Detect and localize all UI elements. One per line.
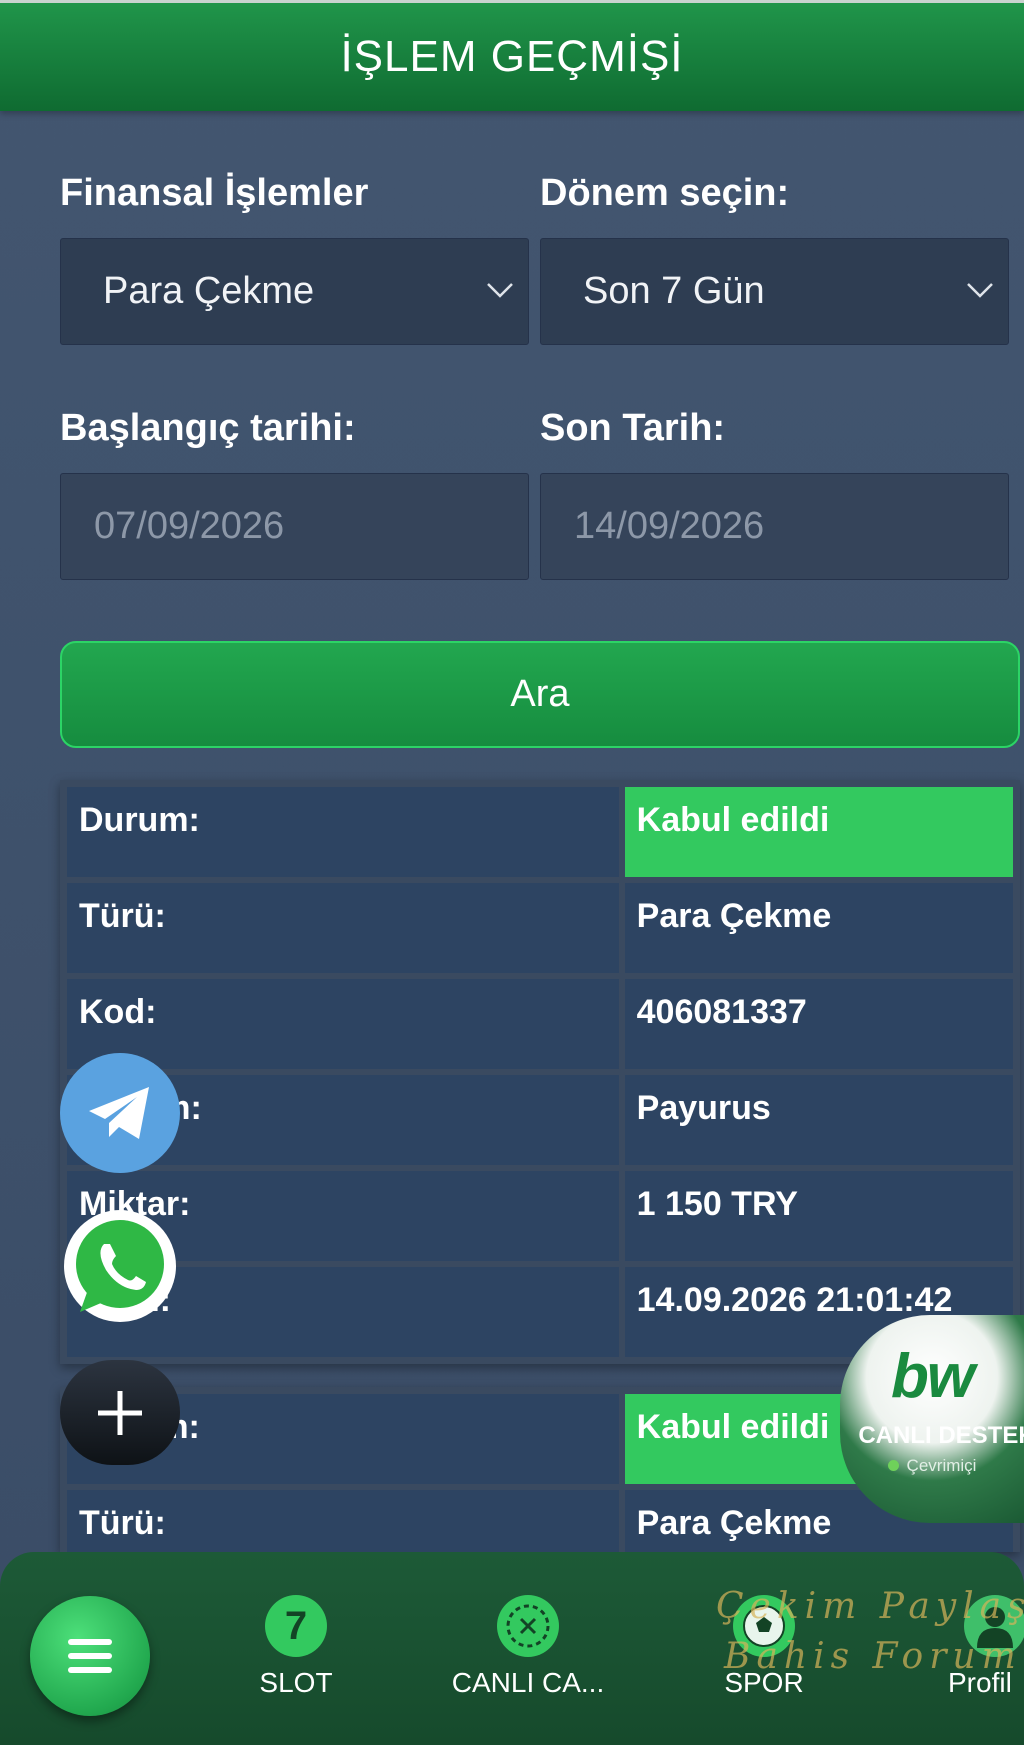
header-bar: İŞLEM GEÇMİŞİ [0, 0, 1024, 111]
amount-value: 1 150 TRY [624, 1171, 1013, 1261]
whatsapp-button[interactable] [64, 1210, 176, 1322]
seven-icon: 7 [265, 1595, 327, 1657]
live-support-status: Çevrimiçi [887, 1455, 977, 1476]
telegram-button[interactable] [60, 1053, 180, 1173]
period-value: Son 7 Gün [583, 270, 765, 312]
bw-logo: bw [890, 1341, 975, 1411]
live-support-widget[interactable]: bw CANLI DESTEK Çevrimiçi [840, 1315, 1024, 1523]
type-value: Para Çekme [624, 883, 1013, 973]
live-support-status-text: Çevrimiçi [906, 1455, 977, 1475]
chevron-down-icon [967, 283, 993, 298]
nav-item-slot[interactable]: 7 SLOT [252, 1595, 340, 1699]
bottom-nav: 7 SLOT CANLI CA... SPOR Profil Çekim Pay… [0, 1552, 1024, 1745]
end-date-label: Son Tarih: [540, 407, 726, 449]
add-button[interactable] [60, 1360, 180, 1465]
chevron-down-icon [487, 283, 513, 298]
code-key: Kod: [67, 979, 619, 1069]
table-row: Durum: Kabul edildi [64, 784, 1016, 880]
table-row: Miktar: 1 150 TRY [64, 1168, 1016, 1264]
system-value: Payurus [624, 1075, 1013, 1165]
search-button[interactable]: Ara [60, 641, 1020, 748]
table-row: Kod: 406081337 [64, 976, 1016, 1072]
status-key: Durum: [67, 787, 619, 877]
online-dot-icon [887, 1460, 899, 1471]
watermark-line1: Çekim Paylaş [716, 1586, 1024, 1627]
end-date-input[interactable]: 14/09/2026 [540, 473, 1009, 580]
end-date-value: 14/09/2026 [574, 505, 765, 547]
hamburger-icon [68, 1639, 112, 1673]
code-value: 406081337 [624, 979, 1013, 1069]
page-title: İŞLEM GEÇMİŞİ [340, 32, 684, 81]
transaction-type-label: Finansal İşlemler [60, 172, 369, 214]
period-select[interactable]: Son 7 Gün [540, 238, 1009, 345]
plus-icon [98, 1390, 142, 1435]
start-date-label: Başlangıç tarihi: [60, 407, 356, 449]
watermark-line2: Bahis Forum [724, 1636, 1022, 1677]
roulette-chip-icon [497, 1595, 559, 1657]
menu-button[interactable] [30, 1596, 150, 1716]
period-label: Dönem seçin: [540, 172, 790, 214]
transaction-type-value: Para Çekme [103, 270, 315, 312]
nav-label: SLOT [259, 1667, 333, 1698]
status-badge: Kabul edildi [624, 787, 1013, 877]
transaction-type-select[interactable]: Para Çekme [60, 238, 529, 345]
table-row: Sistem: Payurus [64, 1072, 1016, 1168]
nav-label: CANLI CA... [451, 1667, 605, 1698]
nav-item-live-casino[interactable]: CANLI CA... [438, 1595, 618, 1699]
table-row: Türü: Para Çekme [64, 880, 1016, 976]
type-key: Türü: [67, 1490, 619, 1552]
start-date-value: 07/09/2026 [94, 505, 285, 547]
start-date-input[interactable]: 07/09/2026 [60, 473, 529, 580]
live-support-title: CANLI DESTEK [858, 1421, 1024, 1449]
type-key: Türü: [67, 883, 619, 973]
transaction-card: Durum: Kabul edildi Türü: Para Çekme Kod… [60, 780, 1020, 1364]
telegram-icon [89, 1087, 149, 1139]
whatsapp-icon [76, 1220, 164, 1312]
